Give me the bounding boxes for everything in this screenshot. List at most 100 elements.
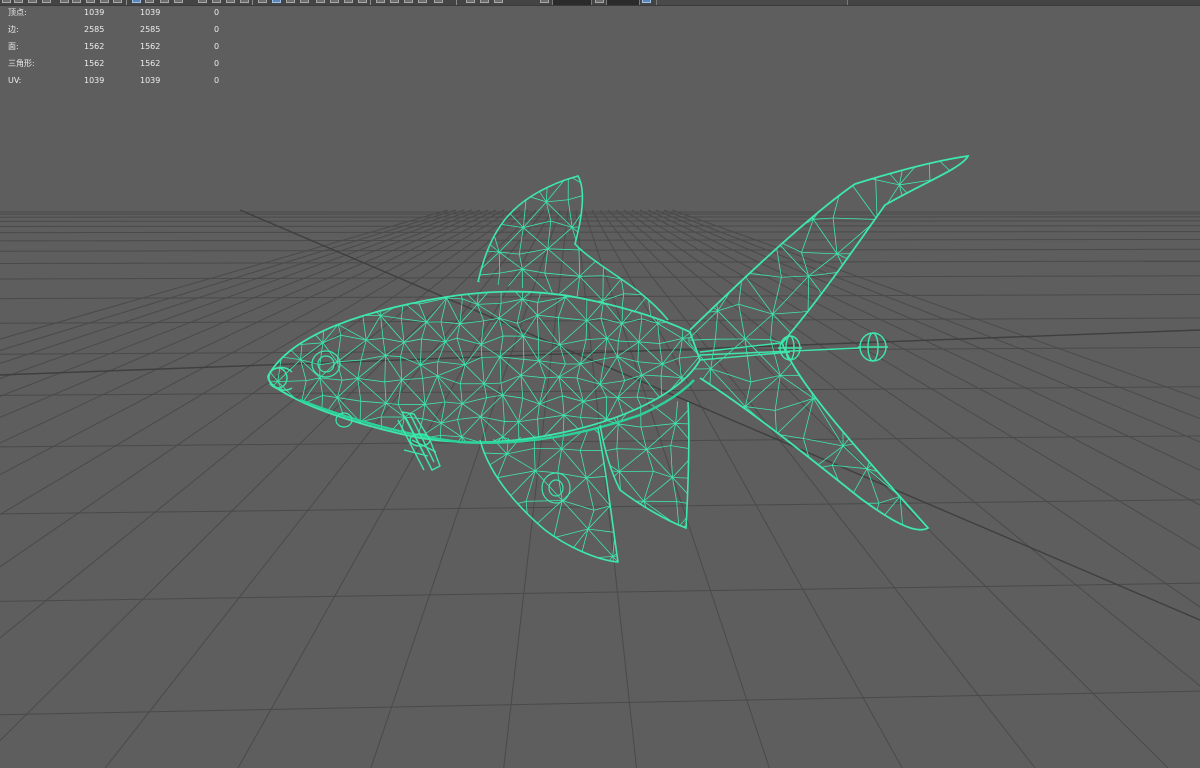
mesh-edge bbox=[701, 415, 724, 421]
mesh-edge bbox=[579, 276, 604, 302]
mesh-edge bbox=[445, 341, 466, 366]
mesh-edge bbox=[932, 527, 940, 530]
mesh-edge bbox=[525, 501, 530, 532]
mesh-edge bbox=[606, 330, 620, 332]
mesh-edge bbox=[477, 476, 497, 480]
mesh-edge bbox=[962, 467, 968, 507]
mesh-edge bbox=[706, 528, 711, 530]
mesh-edge bbox=[999, 350, 1006, 372]
mesh-edge bbox=[618, 449, 647, 472]
mesh-edge bbox=[719, 277, 725, 296]
mesh-edge bbox=[776, 156, 809, 191]
mesh-edge bbox=[696, 473, 721, 478]
mesh-edge bbox=[474, 167, 501, 173]
mesh-edge bbox=[679, 422, 688, 443]
mesh-edge bbox=[965, 211, 968, 219]
mesh-edge bbox=[617, 423, 647, 450]
hud-value: 1562 bbox=[140, 42, 161, 51]
mesh-edge bbox=[578, 249, 581, 277]
mesh-edge bbox=[284, 343, 301, 360]
mesh-edge bbox=[604, 338, 608, 359]
mesh-edge bbox=[642, 571, 673, 575]
mesh-edge bbox=[812, 540, 833, 563]
scene-canvas[interactable] bbox=[0, 0, 1200, 768]
mesh-edge bbox=[682, 335, 700, 339]
mesh-edge bbox=[933, 560, 969, 561]
hud-row-triangles: 三角形: 1562 1562 0 bbox=[8, 55, 228, 72]
mesh-edge bbox=[708, 156, 716, 183]
mesh-edge bbox=[526, 500, 563, 502]
mesh-edge bbox=[558, 567, 586, 587]
mesh-edge bbox=[439, 423, 442, 436]
mesh-edge bbox=[864, 371, 911, 376]
mesh-edge bbox=[480, 508, 499, 531]
mesh-edge bbox=[961, 181, 968, 219]
mesh-edge bbox=[591, 546, 597, 579]
mesh-edge bbox=[337, 378, 359, 398]
mesh-edge bbox=[579, 428, 590, 451]
mesh-edge bbox=[618, 419, 648, 451]
mesh-edge bbox=[682, 445, 707, 463]
mesh-edge bbox=[969, 558, 1000, 560]
mesh-edge bbox=[963, 381, 968, 409]
mesh-edge bbox=[510, 419, 536, 423]
mesh-edge bbox=[357, 378, 387, 404]
mesh-edge bbox=[1025, 157, 1038, 180]
mesh-edge bbox=[649, 190, 668, 200]
mesh-edge bbox=[480, 416, 505, 422]
mesh-edge bbox=[520, 375, 540, 405]
mesh-edge bbox=[499, 531, 530, 562]
mesh-edge bbox=[774, 156, 778, 190]
mesh-edge bbox=[530, 591, 535, 615]
mesh-edge bbox=[475, 589, 498, 610]
mesh-edge bbox=[688, 174, 709, 183]
mesh-edge bbox=[707, 566, 751, 569]
grid-line bbox=[0, 209, 521, 568]
mesh-edge bbox=[625, 457, 644, 465]
hud-value: 0 bbox=[214, 42, 220, 51]
mesh-edge bbox=[584, 435, 599, 443]
mesh-edge bbox=[484, 382, 502, 385]
mesh-edge bbox=[628, 242, 652, 248]
mesh-edge bbox=[657, 291, 662, 305]
mesh-edge bbox=[772, 495, 814, 502]
mesh-edge bbox=[600, 458, 603, 476]
mesh-edge bbox=[357, 378, 385, 383]
mesh-edge bbox=[872, 239, 899, 271]
mesh-edge bbox=[721, 452, 722, 474]
mesh-edge bbox=[617, 374, 643, 399]
grid-line bbox=[237, 209, 553, 768]
mesh-edge bbox=[497, 480, 519, 481]
mesh-edge bbox=[969, 560, 972, 599]
grid-line bbox=[0, 386, 1200, 396]
mesh-edge bbox=[319, 377, 343, 381]
mesh-edge bbox=[710, 469, 739, 510]
mesh-edge bbox=[600, 519, 619, 527]
3d-viewport[interactable]: 顶点: 1039 1039 0 边: 2585 2585 0 面: 1562 1… bbox=[0, 0, 1200, 768]
mesh-edge bbox=[268, 355, 282, 358]
pelvic-joint bbox=[541, 472, 571, 504]
hud-value: 1039 bbox=[140, 8, 161, 17]
mesh-edge bbox=[603, 216, 628, 254]
mesh-edge bbox=[930, 381, 935, 405]
mesh-edge bbox=[600, 448, 617, 454]
mesh-edge bbox=[277, 380, 307, 382]
mesh-edge bbox=[568, 165, 597, 176]
mesh-edge bbox=[649, 165, 683, 174]
mesh-edge bbox=[502, 436, 504, 443]
mesh-edge bbox=[340, 476, 360, 477]
mesh-edge bbox=[298, 302, 307, 318]
mesh-edge bbox=[498, 303, 502, 319]
mesh-edge bbox=[698, 450, 721, 452]
mesh-edge bbox=[661, 375, 682, 378]
mesh-edge bbox=[961, 156, 968, 183]
mesh-edge bbox=[502, 394, 523, 399]
mesh-edge bbox=[695, 525, 699, 548]
mesh-edge bbox=[398, 458, 419, 480]
mesh-edge bbox=[909, 374, 932, 405]
mesh-edge bbox=[715, 406, 746, 437]
mesh-edge bbox=[833, 217, 878, 220]
grid-line bbox=[623, 209, 1200, 608]
mesh-edge bbox=[474, 174, 475, 195]
mesh-edge bbox=[811, 495, 814, 530]
